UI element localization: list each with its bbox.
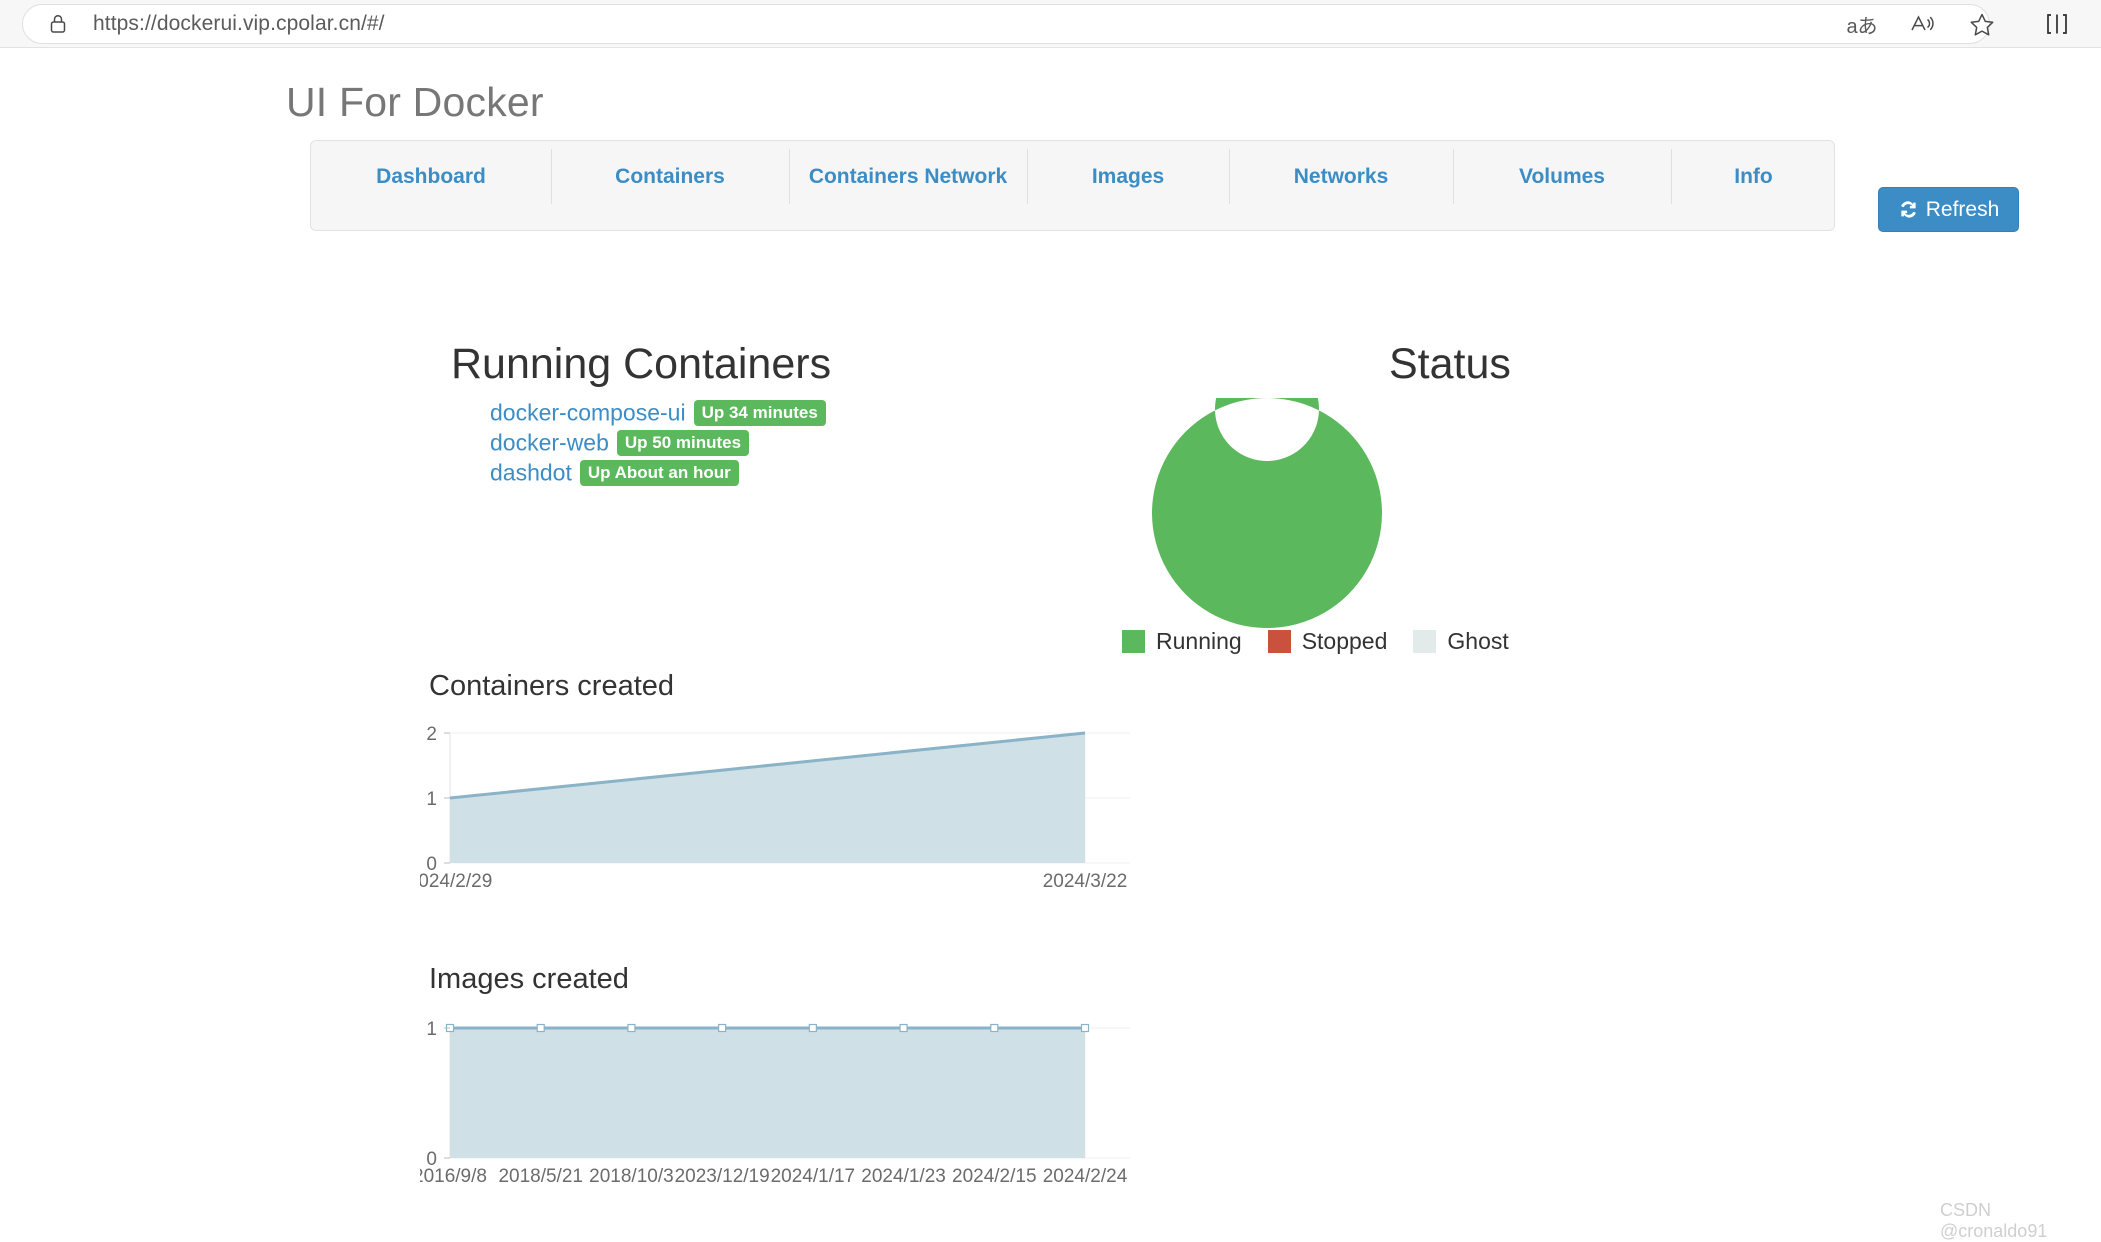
status-badge: Up About an hour — [579, 460, 739, 486]
page-content: UI For Docker Dashboard Containers Conta… — [0, 48, 2101, 1241]
svg-text:2016/9/8: 2016/9/8 — [420, 1166, 487, 1187]
split-screen-icon[interactable] — [2040, 8, 2074, 40]
favorite-star-icon[interactable] — [1965, 8, 1999, 40]
svg-text:2018/5/21: 2018/5/21 — [498, 1166, 583, 1187]
svg-text:2024/3/22: 2024/3/22 — [1043, 871, 1128, 892]
legend-swatch-running — [1122, 630, 1145, 653]
legend-item-stopped[interactable]: Stopped — [1267, 628, 1388, 654]
svg-text:2: 2 — [426, 724, 437, 745]
refresh-button[interactable]: Refresh — [1878, 187, 2019, 232]
legend-label-stopped: Stopped — [1301, 628, 1388, 654]
refresh-button-label: Refresh — [1925, 197, 2000, 221]
svg-text:2024/1/23: 2024/1/23 — [861, 1166, 946, 1187]
svg-text:2024/1/17: 2024/1/17 — [771, 1166, 856, 1187]
lock-icon[interactable] — [47, 13, 69, 35]
tab-networks[interactable]: Networks — [1229, 141, 1453, 230]
address-bar[interactable]: https://dockerui.vip.cpolar.cn/#/ — [22, 4, 1990, 44]
svg-text:2024/2/29: 2024/2/29 — [420, 871, 492, 892]
donut-svg — [1151, 357, 1382, 628]
status-chart-title: Status — [1389, 340, 1511, 388]
legend-swatch-stopped — [1267, 630, 1291, 653]
list-item: docker-compose-ui Up 34 minutes — [490, 400, 826, 426]
svg-text:2024/2/24: 2024/2/24 — [1043, 1166, 1128, 1187]
legend-label-ghost: Ghost — [1447, 628, 1509, 654]
containers-created-chart: 0122024/2/292024/3/22 — [420, 724, 1130, 892]
container-link[interactable]: docker-web — [490, 430, 609, 456]
containers-created-title: Containers created — [429, 670, 675, 702]
refresh-icon — [1898, 199, 1919, 220]
svg-text:2024/2/15: 2024/2/15 — [952, 1166, 1037, 1187]
svg-text:1: 1 — [426, 1019, 437, 1040]
watermark: CSDN @cronaldo91 — [1940, 1200, 2048, 1241]
legend-item-running[interactable]: Running — [1122, 630, 1242, 653]
tab-images[interactable]: Images — [1027, 141, 1229, 230]
url-text: https://dockerui.vip.cpolar.cn/#/ — [93, 12, 385, 35]
svg-text:2018/10/3: 2018/10/3 — [589, 1166, 674, 1187]
legend-label-running: Running — [1156, 628, 1242, 654]
images-created-chart: 012016/9/8 2018/5/21 2018/10/3 2023/12/19 20… — [420, 1019, 1130, 1187]
page-title: UI For Docker — [286, 79, 544, 125]
read-aloud-icon[interactable] — [1905, 8, 1939, 40]
browser-toolbar: https://dockerui.vip.cpolar.cn/#/ aあ — [0, 0, 2101, 48]
tab-volumes[interactable]: Volumes — [1453, 141, 1671, 230]
status-badge: Up 34 minutes — [693, 400, 826, 426]
translate-icon[interactable]: aあ — [1845, 8, 1879, 40]
tab-containers[interactable]: Containers — [551, 141, 789, 230]
svg-text:2023/12/19: 2023/12/19 — [675, 1166, 770, 1187]
legend-item-ghost[interactable]: Ghost — [1413, 628, 1509, 654]
container-link[interactable]: dashdot — [490, 460, 572, 486]
svg-text:1: 1 — [426, 789, 437, 810]
running-containers-heading: Running Containers — [451, 340, 832, 388]
list-item: docker-web Up 50 minutes — [490, 430, 826, 456]
main-tab-bar: Dashboard Containers Containers Network … — [310, 140, 1835, 231]
legend-swatch-ghost — [1413, 630, 1437, 653]
tab-dashboard[interactable]: Dashboard — [311, 141, 551, 230]
status-chart-legend: Running Stopped Ghost — [1122, 630, 1535, 653]
status-badge: Up 50 minutes — [616, 430, 750, 456]
status-donut-chart — [1151, 357, 1382, 628]
container-link[interactable]: docker-compose-ui — [490, 400, 686, 426]
images-created-title: Images created — [429, 963, 629, 995]
running-containers-list: docker-compose-ui Up 34 minutes docker-w… — [490, 400, 826, 490]
tab-containers-network[interactable]: Containers Network — [789, 141, 1027, 230]
list-item: dashdot Up About an hour — [490, 460, 826, 486]
tab-info[interactable]: Info — [1671, 141, 1836, 230]
